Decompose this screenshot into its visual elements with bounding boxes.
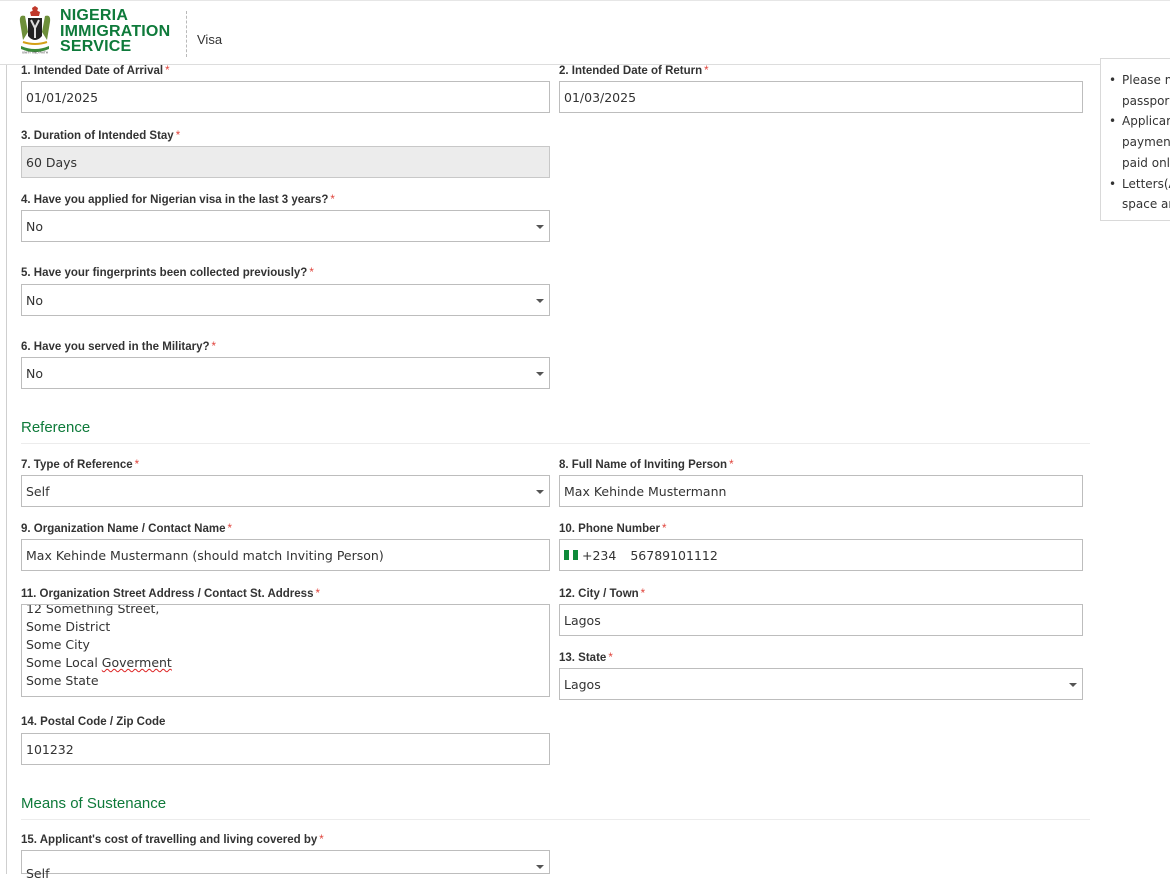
chevron-down-icon xyxy=(536,225,544,229)
sustenance-section-title: Means of Sustenance xyxy=(21,795,167,812)
state-label: 13. State * xyxy=(559,652,613,664)
city-input[interactable]: Lagos xyxy=(559,604,1083,636)
street-address-label: 11. Organization Street Address / Contac… xyxy=(21,588,320,600)
header-divider xyxy=(186,11,187,57)
reference-type-select[interactable]: Self xyxy=(21,475,550,507)
arrival-date-input[interactable]: 01/01/2025 xyxy=(21,81,550,113)
address-line: Some City xyxy=(26,637,90,652)
street-address-textarea[interactable]: 12 Something Street, Some District Some … xyxy=(21,604,550,697)
state-select[interactable]: Lagos xyxy=(559,668,1083,700)
city-label: 12. City / Town * xyxy=(559,588,646,600)
brand-line-2: IMMIGRATION xyxy=(60,22,171,40)
fingerprints-select[interactable]: No xyxy=(21,284,550,316)
info-line: •Please m xyxy=(1109,73,1170,87)
site-header: UNITY AND FAITH NIGERIA IMMIGRATION SERV… xyxy=(0,0,1170,65)
chevron-down-icon xyxy=(1069,683,1077,687)
inviting-person-label: 8. Full Name of Inviting Person * xyxy=(559,459,734,471)
return-date-label: 2. Intended Date of Return * xyxy=(559,65,709,77)
address-line: Some State xyxy=(26,673,99,688)
brand-name[interactable]: NIGERIA IMMIGRATION SERVICE xyxy=(60,8,170,55)
address-line: 12 Something Street, xyxy=(26,604,160,616)
misspelled-word: Goverment xyxy=(101,655,172,670)
info-line: space ar xyxy=(1122,197,1170,212)
brand-line-3: SERVICE xyxy=(60,38,132,55)
arrival-date-label: 1. Intended Date of Arrival * xyxy=(21,65,170,77)
military-label: 6. Have you served in the Military? * xyxy=(21,341,217,353)
reference-type-label: 7. Type of Reference * xyxy=(21,459,140,471)
header-section-label: Visa xyxy=(197,32,223,47)
info-line: • Applicar xyxy=(1109,114,1170,129)
address-line: Some Local Goverment xyxy=(26,655,172,670)
address-line: Some District xyxy=(26,619,111,634)
info-panel: •Please m passpor •Applicar payment paid… xyxy=(1100,58,1170,221)
section-divider xyxy=(21,819,1090,820)
organization-name-input[interactable]: Max Kehinde Mustermann (should match Inv… xyxy=(21,539,550,571)
phone-number-label: 10. Phone Number * xyxy=(559,523,667,535)
phone-number-input[interactable]: +234 56789101112 xyxy=(559,539,1083,571)
cost-covered-label: 15. Applicant's cost of travelling and l… xyxy=(21,834,324,846)
chevron-down-icon xyxy=(536,490,544,494)
info-line: passpor xyxy=(1122,93,1170,108)
info-line: •Letters(A xyxy=(1109,176,1170,191)
chevron-down-icon xyxy=(536,865,544,869)
info-list: •Please m passpor •Applicar payment paid… xyxy=(1109,70,1170,215)
previous-visa-select[interactable]: No xyxy=(21,210,550,242)
postal-code-input[interactable]: 101232 xyxy=(21,733,550,765)
return-date-input[interactable]: 01/03/2025 xyxy=(559,81,1083,113)
brand-line-1: NIGERIA xyxy=(60,7,129,24)
postal-code-label: 14. Postal Code / Zip Code xyxy=(21,716,166,728)
chevron-down-icon xyxy=(536,299,544,303)
duration-input: 60 Days xyxy=(21,146,550,178)
previous-visa-label: 4. Have you applied for Nigerian visa in… xyxy=(21,194,335,206)
inviting-person-input[interactable]: Max Kehinde Mustermann xyxy=(559,475,1083,507)
chevron-down-icon xyxy=(536,372,544,376)
phone-number-value: 56789101112 xyxy=(630,547,718,563)
content-left-border xyxy=(6,65,7,874)
info-line: paid onli xyxy=(1122,155,1170,170)
cost-covered-select[interactable]: Self xyxy=(21,850,550,881)
svg-text:UNITY AND FAITH: UNITY AND FAITH xyxy=(22,51,48,55)
reference-section-title: Reference xyxy=(21,419,91,436)
coat-of-arms-icon: UNITY AND FAITH xyxy=(19,6,51,55)
duration-label: 3. Duration of Intended Stay * xyxy=(21,130,181,142)
fingerprints-label: 5. Have your fingerprints been collected… xyxy=(21,267,314,279)
military-select[interactable]: No xyxy=(21,357,550,389)
section-divider xyxy=(21,443,1090,444)
info-line: payment xyxy=(1122,135,1170,150)
nigeria-flag-icon[interactable] xyxy=(564,550,579,560)
organization-name-label: 9. Organization Name / Contact Name * xyxy=(21,523,232,535)
phone-country-code: +234 xyxy=(582,547,617,563)
